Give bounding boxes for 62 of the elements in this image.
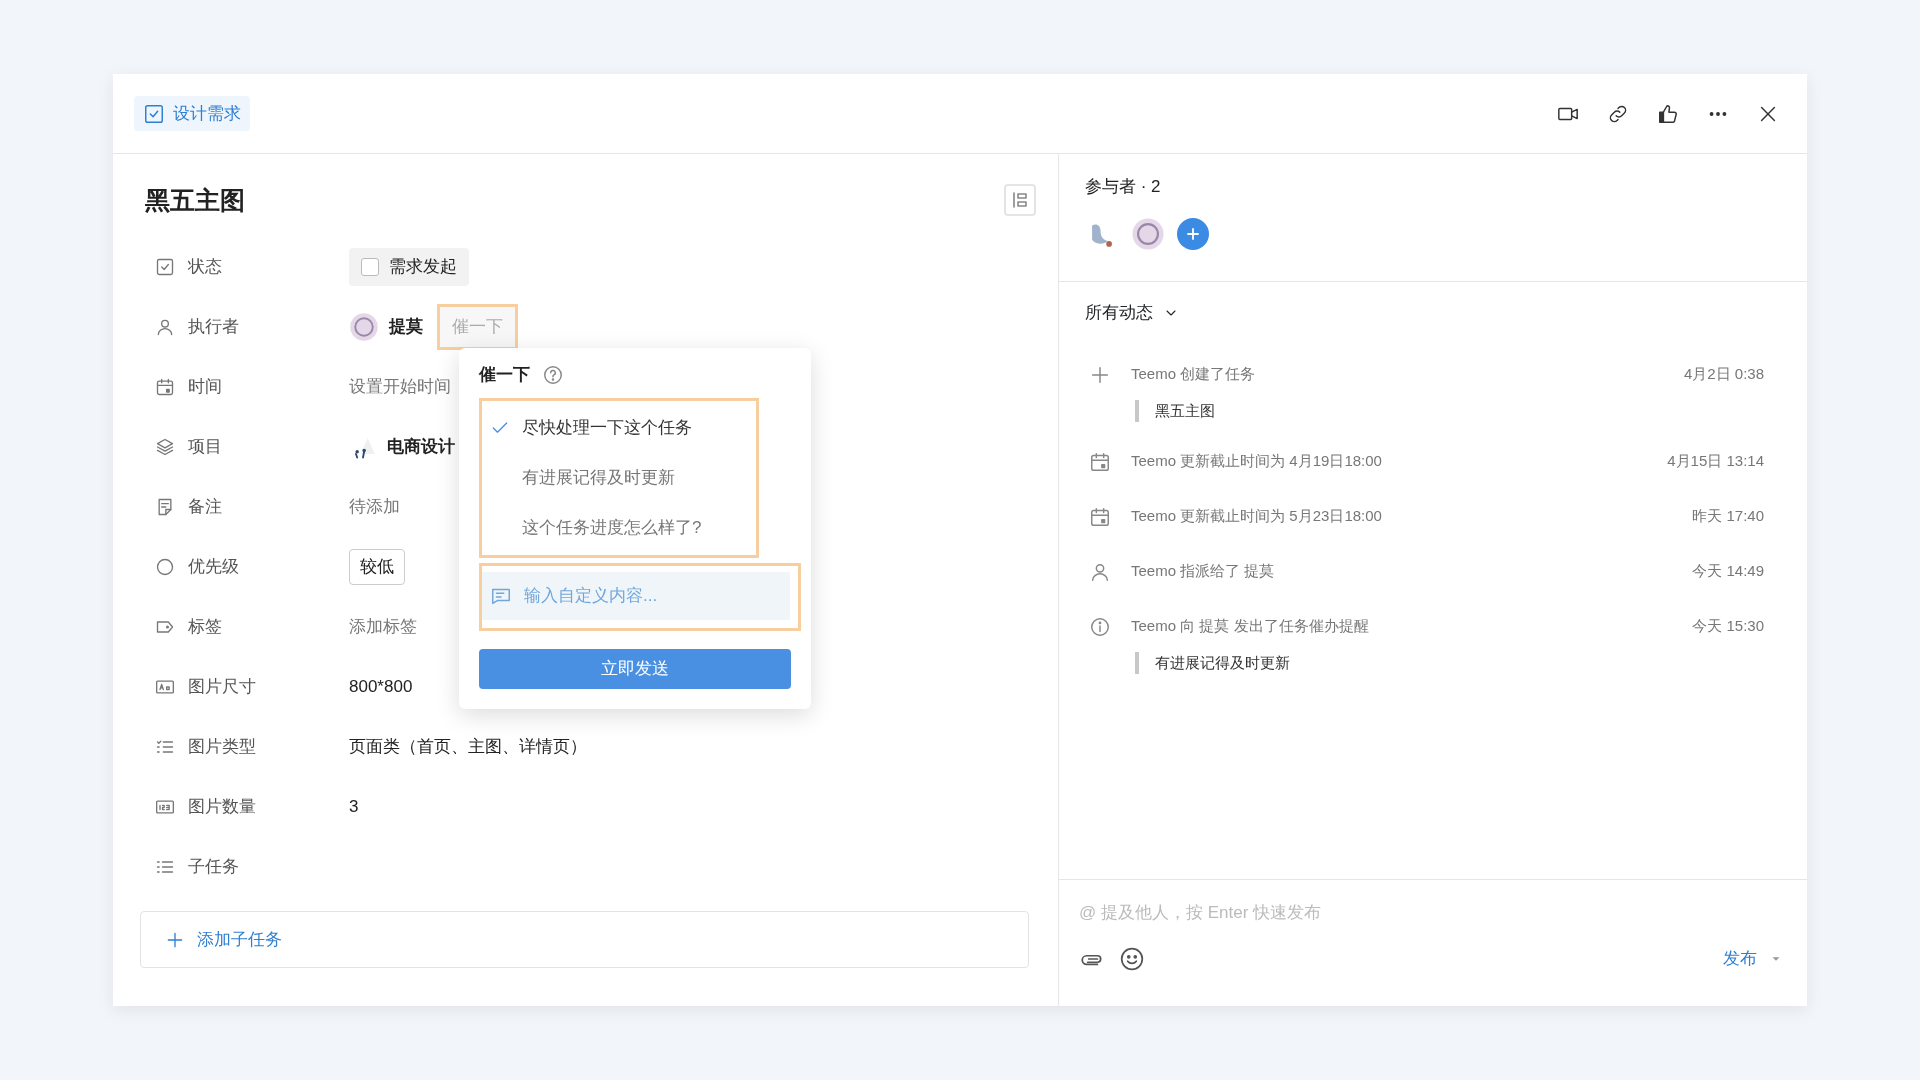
add-subtask-button[interactable]: 添加子任务 bbox=[140, 911, 1029, 968]
priority-tag[interactable]: 较低 bbox=[349, 549, 405, 585]
popover-title: 催一下 bbox=[479, 364, 530, 386]
calendar-icon bbox=[1089, 505, 1111, 528]
field-placeholder[interactable]: 设置开始时间 bbox=[349, 374, 451, 400]
checkbox-icon bbox=[143, 102, 165, 125]
field-label: 状态 bbox=[188, 256, 222, 279]
field-label: 执行者 bbox=[188, 316, 239, 339]
type-tag[interactable]: 设计需求 bbox=[134, 95, 250, 132]
type-label: 设计需求 bbox=[173, 102, 241, 125]
field-label: 图片尺寸 bbox=[188, 676, 256, 699]
task-title: 黑五主图 bbox=[145, 185, 245, 216]
layout-icon[interactable] bbox=[1004, 184, 1036, 216]
message-option[interactable]: 这个任务进度怎么样了? bbox=[482, 502, 756, 553]
help-icon[interactable] bbox=[542, 363, 564, 386]
field-placeholder[interactable]: 待添加 bbox=[349, 494, 400, 520]
custom-message-field[interactable]: 输入自定义内容... bbox=[482, 571, 790, 620]
project-name: 电商设计 bbox=[387, 436, 455, 459]
activity-text: Teemo 更新截止时间为 4月19日18:00 bbox=[1131, 451, 1382, 472]
field-label: 子任务 bbox=[188, 856, 239, 879]
field-label: 图片类型 bbox=[188, 736, 256, 759]
calendar-icon bbox=[1089, 450, 1111, 473]
participants-title: 参与者 · 2 bbox=[1085, 176, 1162, 198]
activity-time: 今天 15:30 bbox=[1692, 616, 1764, 637]
avatar[interactable] bbox=[1131, 216, 1165, 251]
field-value: 800*800 bbox=[349, 676, 413, 699]
field-label: 项目 bbox=[188, 436, 222, 459]
status-checkbox[interactable]: 需求发起 bbox=[349, 248, 469, 286]
activity-quote: 黑五主图 bbox=[1135, 399, 1781, 422]
activity-time: 今天 14:49 bbox=[1692, 561, 1764, 582]
activity-time: 昨天 17:40 bbox=[1692, 506, 1764, 527]
field-placeholder[interactable]: 添加标签 bbox=[349, 614, 417, 640]
avatar bbox=[349, 312, 379, 342]
publish-button[interactable]: 发布 bbox=[1723, 945, 1783, 972]
add-participant-button[interactable] bbox=[1177, 217, 1209, 250]
activity-text: Teemo 更新截止时间为 5月23日18:00 bbox=[1131, 506, 1382, 527]
assignee-name: 提莫 bbox=[389, 316, 423, 339]
send-button[interactable]: 立即发送 bbox=[479, 648, 791, 689]
checkbox-icon bbox=[155, 257, 175, 277]
activity-text: Teemo 创建了任务 bbox=[1131, 364, 1256, 385]
message-option[interactable]: 尽快处理一下这个任务 bbox=[482, 402, 756, 453]
emoji-icon[interactable] bbox=[1119, 945, 1145, 972]
field-value: 3 bbox=[349, 796, 359, 819]
message-option[interactable]: 有进展记得及时更新 bbox=[482, 452, 756, 503]
activity-text: Teemo 指派给了 提莫 bbox=[1131, 561, 1275, 582]
activity-filter[interactable]: 所有动态 bbox=[1085, 300, 1179, 326]
layers-icon bbox=[155, 437, 175, 457]
thumbs-up-icon[interactable] bbox=[1657, 102, 1679, 125]
activity-time: 4月2日 0:38 bbox=[1683, 364, 1764, 385]
field-value: 页面类（首页、主图、详情页） bbox=[349, 736, 587, 759]
activity-time: 4月15日 13:14 bbox=[1667, 451, 1764, 472]
field-label: 图片数量 bbox=[188, 796, 256, 819]
field-label: 标签 bbox=[188, 616, 222, 639]
info-icon bbox=[1089, 615, 1111, 638]
field-label: 时间 bbox=[188, 376, 222, 399]
calendar-icon bbox=[155, 377, 175, 397]
field-label: 优先级 bbox=[188, 556, 239, 579]
field-label: 备注 bbox=[188, 496, 222, 519]
activity-quote: 有进展记得及时更新 bbox=[1135, 651, 1781, 674]
circle-icon bbox=[155, 557, 175, 577]
person-icon bbox=[155, 317, 175, 337]
activity-text: Teemo 向 提莫 发出了任务催办提醒 bbox=[1131, 616, 1369, 637]
